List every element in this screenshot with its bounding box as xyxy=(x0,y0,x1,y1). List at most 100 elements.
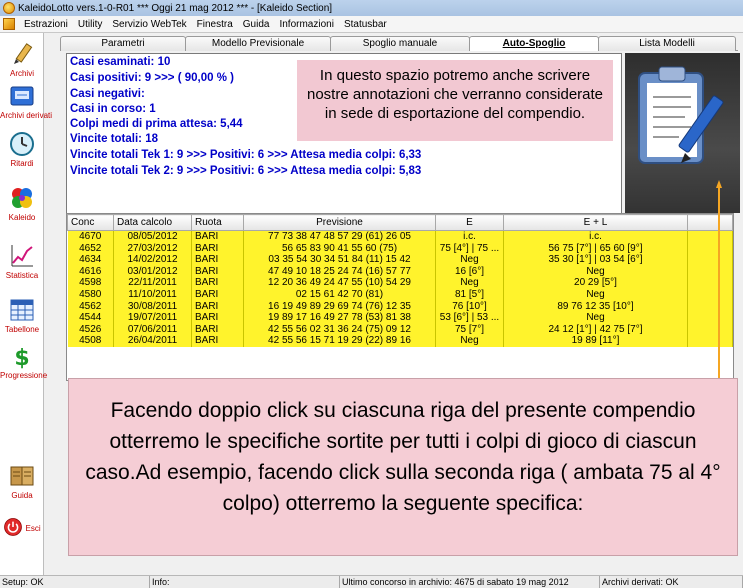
annotation-note[interactable]: In questo spazio potremo anche scrivere … xyxy=(297,60,613,141)
summary-line: Vincite totali: 18 xyxy=(70,133,158,145)
cell-ruota: BARI xyxy=(191,277,244,289)
summary-line: Casi esaminati: 10 xyxy=(70,56,171,68)
cell-e: Neg xyxy=(435,335,504,347)
column-header-spacer xyxy=(687,214,733,231)
cell-ruota: BARI xyxy=(191,335,244,347)
cell-previsione: 02 15 61 42 70 (81) xyxy=(243,288,436,301)
column-header-ruota[interactable]: Ruota xyxy=(191,214,244,231)
svg-text:$: $ xyxy=(14,346,29,369)
window-title: KaleidoLotto vers.1-0-R01 *** Oggi 21 ma… xyxy=(18,2,333,14)
table-row[interactable]: 4616 03/01/2012 BARI 47 49 10 18 25 24 74 (… xyxy=(67,265,733,278)
cell-conc: 4652 xyxy=(67,242,114,255)
sidebar: Archivi Archivi derivati Ritardi Kaleido xyxy=(0,33,52,575)
cell-e-l: 19 89 [11°] xyxy=(503,335,688,347)
archive-box-icon xyxy=(10,86,34,106)
cell-conc: 4526 xyxy=(67,323,114,336)
status-bar: Setup: OK Info: Ultimo concorso in archi… xyxy=(0,575,743,588)
table-row[interactable]: 4508 26/04/2011 BARI 42 55 56 15 71 19 29 (… xyxy=(67,335,733,347)
sidebar-item-progressione[interactable]: $ Progressione xyxy=(0,343,47,380)
sidebar-item-guida[interactable]: Guida xyxy=(0,463,44,500)
results-table[interactable]: Conc Data calcolo Ruota Previsione E E +… xyxy=(66,213,734,381)
menu-estrazioni[interactable]: Estrazioni xyxy=(19,19,73,30)
tab-modello-previsionale[interactable]: Modello Previsionale xyxy=(185,36,331,51)
summary-line: Colpi medi di prima attesa: 5,44 xyxy=(70,118,243,130)
menu-finestra[interactable]: Finestra xyxy=(192,19,238,30)
cell-e: 81 [5°] xyxy=(435,288,504,301)
cell-ruota: BARI xyxy=(191,242,244,255)
table-row[interactable]: 4580 11/10/2011 BARI 02 15 61 42 70 (81) 81 … xyxy=(67,288,733,301)
cell-e: 76 [10°] xyxy=(435,300,504,313)
sidebar-item-statistica[interactable]: Statistica xyxy=(0,243,44,280)
menu-app-icon[interactable] xyxy=(3,18,15,30)
sidebar-item-archivi[interactable]: Archivi xyxy=(0,41,44,78)
table-row[interactable]: 4598 22/11/2011 BARI 12 20 36 49 24 47 55 (… xyxy=(67,277,733,289)
sidebar-item-esci[interactable]: Esci xyxy=(0,517,44,539)
tab-auto-spoglio[interactable]: Auto-Spoglio xyxy=(469,36,599,51)
column-header-e-l[interactable]: E + L xyxy=(503,214,688,231)
cell-e: Neg xyxy=(435,277,504,289)
cell-e-l: Neg xyxy=(503,265,688,278)
export-panel[interactable] xyxy=(625,53,740,213)
column-header-data-calcolo[interactable]: Data calcolo xyxy=(113,214,192,231)
cell-spacer xyxy=(687,300,733,313)
kaleido-flower-icon xyxy=(12,188,32,208)
cell-spacer xyxy=(687,265,733,278)
cell-conc: 4580 xyxy=(67,288,114,301)
table-row[interactable]: 4670 08/05/2012 BARI 77 73 38 47 48 57 29 (… xyxy=(67,230,733,243)
menu-guida[interactable]: Guida xyxy=(238,19,275,30)
cell-data-calcolo: 11/10/2011 xyxy=(113,288,192,301)
cell-previsione: 12 20 36 49 24 47 55 (10) 54 29 xyxy=(243,277,436,289)
cell-ruota: BARI xyxy=(191,230,244,243)
tab-spoglio-manuale[interactable]: Spoglio manuale xyxy=(330,36,470,51)
menu-statusbar[interactable]: Statusbar xyxy=(339,19,392,30)
table-row[interactable]: 4652 27/03/2012 BARI 56 65 83 90 41 55 60 (… xyxy=(67,242,733,255)
sidebar-item-tabellone[interactable]: Tabellone xyxy=(0,297,44,334)
cell-spacer xyxy=(687,288,733,301)
cell-spacer xyxy=(687,277,733,289)
tab-lista-modelli[interactable]: Lista Modelli xyxy=(598,36,736,51)
status-setup: Setup: OK xyxy=(0,576,150,588)
cell-e-l: Neg xyxy=(503,312,688,324)
cell-e-l: i.c. xyxy=(503,230,688,243)
cell-previsione: 47 49 10 18 25 24 74 (16) 57 77 xyxy=(243,265,436,278)
column-header-conc[interactable]: Conc xyxy=(67,214,114,231)
sidebar-item-archivi-derivati[interactable]: Archivi derivati xyxy=(0,83,52,120)
book-icon xyxy=(10,466,34,486)
cell-e-l: 24 12 [1°] | 42 75 [7°] xyxy=(503,323,688,336)
menu-utility[interactable]: Utility xyxy=(73,19,107,30)
cell-conc: 4562 xyxy=(67,300,114,313)
trend-chart-icon xyxy=(11,245,33,267)
status-info: Info: xyxy=(150,576,340,588)
cell-previsione: 16 19 49 89 29 69 74 (76) 12 35 xyxy=(243,300,436,313)
clipboard-pen-icon xyxy=(638,66,724,164)
table-row[interactable]: 4526 07/06/2011 BARI 42 55 56 02 31 36 24 (… xyxy=(67,323,733,336)
menu-informazioni[interactable]: Informazioni xyxy=(274,19,338,30)
tab-parametri[interactable]: Parametri xyxy=(60,36,186,51)
menu-servizio-webtek[interactable]: Servizio WebTek xyxy=(107,19,191,30)
dollar-icon: $ xyxy=(14,346,29,369)
menu-bar: Estrazioni Utility Servizio WebTek Fines… xyxy=(0,16,743,33)
summary-line: Casi negativi: xyxy=(70,88,145,100)
column-header-e[interactable]: E xyxy=(435,214,504,231)
cell-data-calcolo: 14/02/2012 xyxy=(113,254,192,266)
cell-data-calcolo: 08/05/2012 xyxy=(113,230,192,243)
cell-previsione: 42 55 56 15 71 19 29 (22) 89 16 xyxy=(243,335,436,347)
cell-spacer xyxy=(687,230,733,243)
sidebar-item-kaleido[interactable]: Kaleido xyxy=(0,185,44,222)
cell-ruota: BARI xyxy=(191,323,244,336)
table-row[interactable]: 4562 30/08/2011 BARI 16 19 49 89 29 69 74 (… xyxy=(67,300,733,313)
cell-e: Neg xyxy=(435,254,504,266)
cell-previsione: 19 89 17 16 49 27 78 (53) 81 38 xyxy=(243,312,436,324)
grid-table-icon xyxy=(10,299,34,321)
table-row[interactable]: 4544 19/07/2011 BARI 19 89 17 16 49 27 78 (… xyxy=(67,312,733,324)
pencil-icon xyxy=(14,43,33,64)
cell-data-calcolo: 07/06/2011 xyxy=(113,323,192,336)
cell-data-calcolo: 30/08/2011 xyxy=(113,300,192,313)
cell-spacer xyxy=(687,335,733,347)
cell-data-calcolo: 27/03/2012 xyxy=(113,242,192,255)
table-row[interactable]: 4634 14/02/2012 BARI 03 35 54 30 34 51 84 (… xyxy=(67,254,733,266)
sidebar-item-ritardi[interactable]: Ritardi xyxy=(0,131,44,168)
cell-spacer xyxy=(687,242,733,255)
cell-previsione: 56 65 83 90 41 55 60 (75) xyxy=(243,242,436,255)
column-header-previsione[interactable]: Previsione xyxy=(243,214,436,231)
